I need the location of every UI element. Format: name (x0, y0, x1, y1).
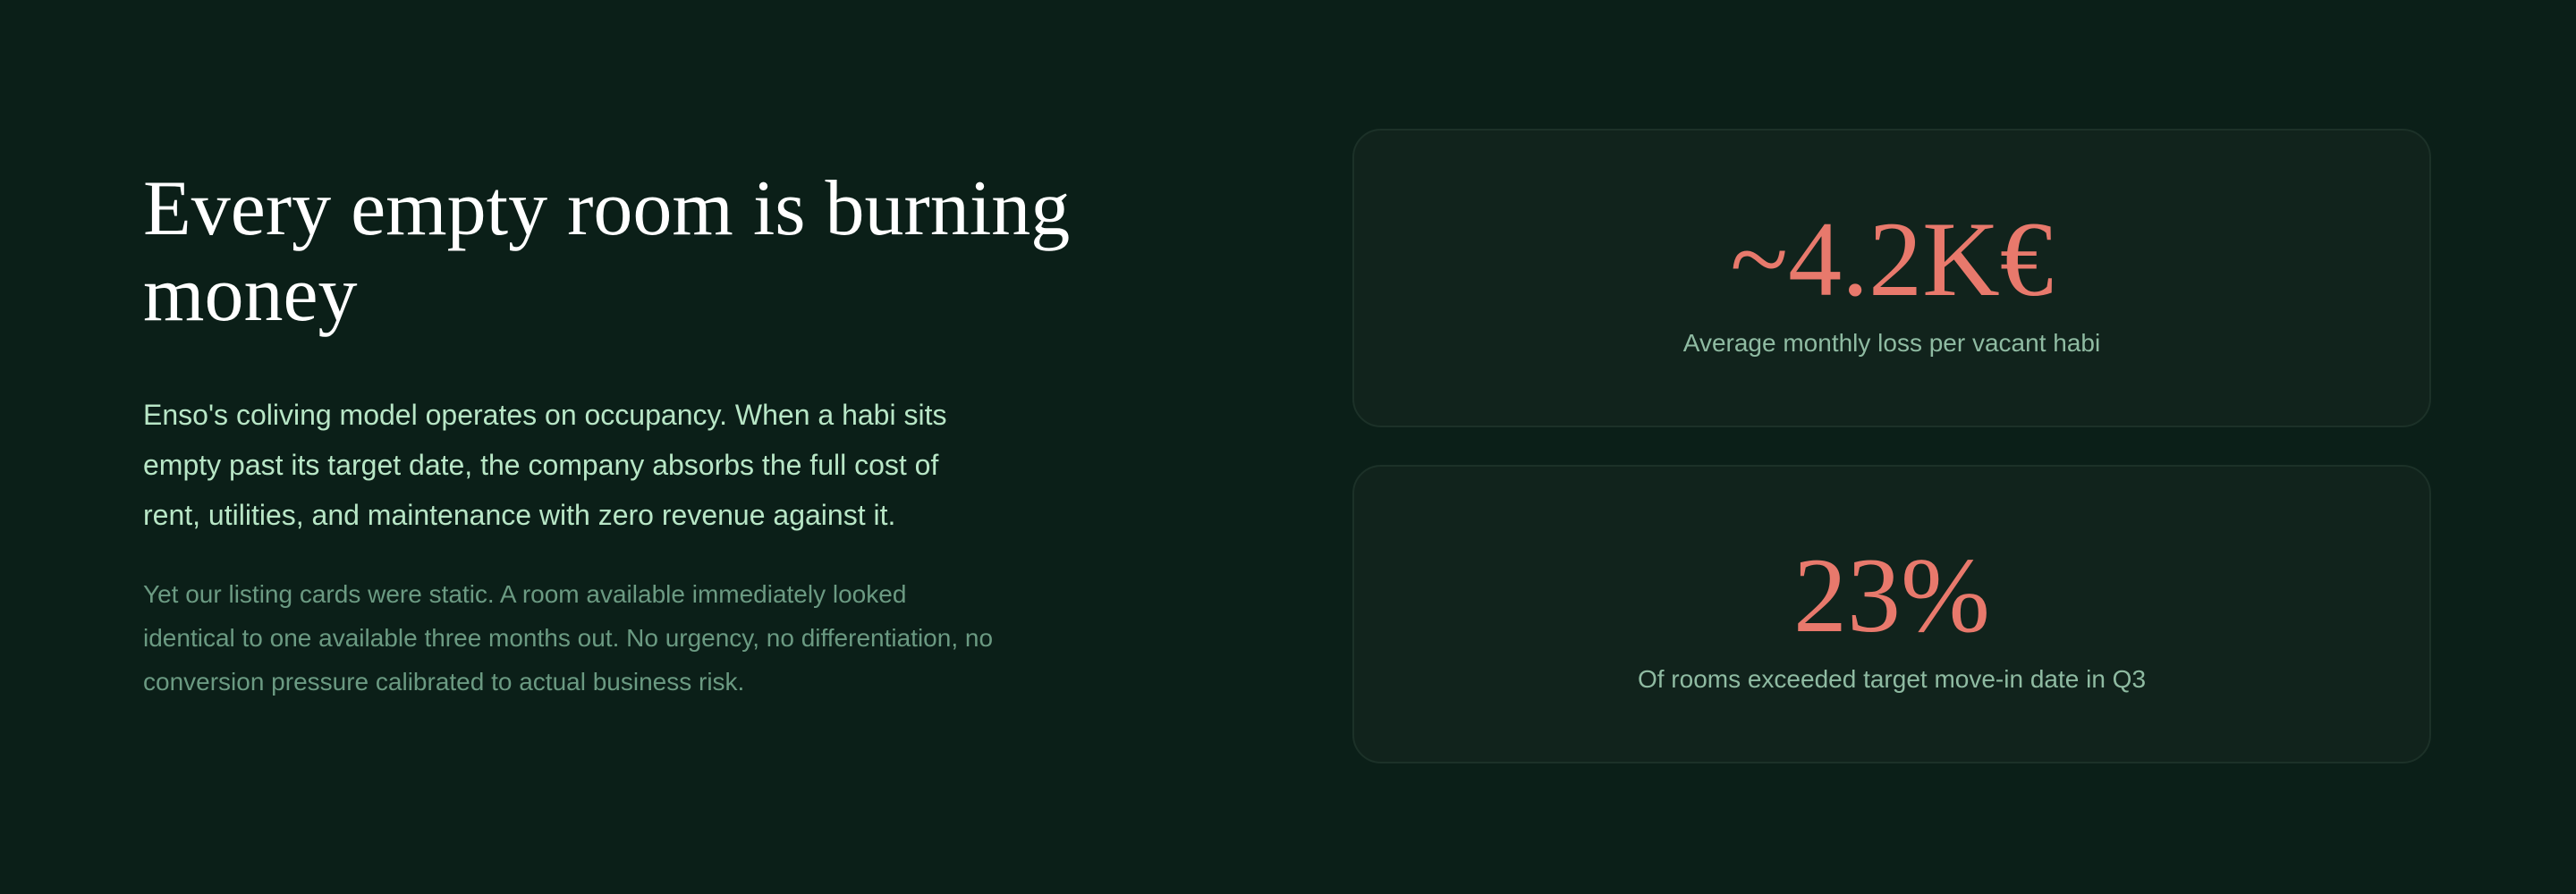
stat-card-monthly-loss: ~4.2K€ Average monthly loss per vacant h… (1352, 129, 2431, 427)
intro-section: Every empty room is burning money Enso's… (143, 166, 1181, 704)
stat-label: Average monthly loss per vacant habi (1682, 329, 2101, 357)
stat-value: ~4.2K€ (1730, 199, 2054, 318)
lead-paragraph: Enso's coliving model operates on occupa… (143, 399, 947, 531)
stat-value: 23% (1793, 536, 1990, 654)
secondary-paragraph: Yet our listing cards were static. A roo… (143, 580, 994, 696)
section-headline: Every empty room is burning money (143, 165, 1071, 338)
stat-card-exceeded-rooms: 23% Of rooms exceeded target move-in dat… (1352, 465, 2431, 763)
stat-label: Of rooms exceeded target move-in date in… (1637, 665, 2147, 693)
